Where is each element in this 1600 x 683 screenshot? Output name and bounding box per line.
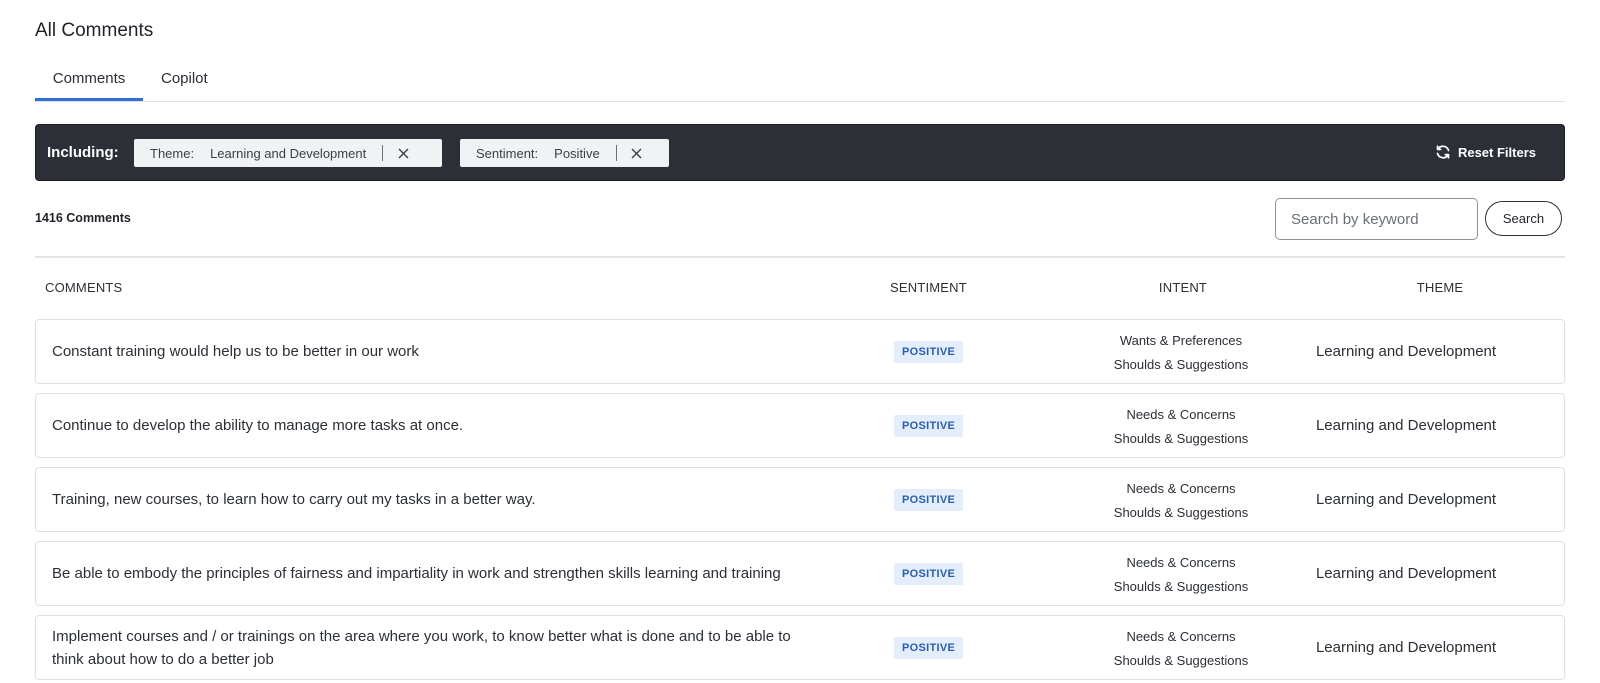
intent-cell: Needs & Concerns Shoulds & Suggestions bbox=[1071, 551, 1291, 599]
theme-cell: Learning and Development bbox=[1315, 639, 1497, 656]
search-button[interactable]: Search bbox=[1485, 201, 1562, 236]
intent-label: Wants & Preferences bbox=[1119, 333, 1243, 348]
table-row[interactable]: Constant training would help us to be be… bbox=[35, 319, 1565, 384]
sentiment-badge: POSITIVE bbox=[894, 341, 964, 363]
intent-cell: Needs & Concerns Shoulds & Suggestions bbox=[1071, 477, 1291, 525]
intent-label: Needs & Concerns bbox=[1126, 481, 1236, 496]
filter-bar: Including: Theme: Learning and Developme… bbox=[35, 124, 1565, 181]
intent-cell: Wants & Preferences Shoulds & Suggestion… bbox=[1071, 329, 1291, 377]
tab-bar: Comments Copilot bbox=[35, 66, 1565, 102]
intent-label: Shoulds & Suggestions bbox=[1113, 357, 1249, 372]
column-header-theme: THEME bbox=[1416, 280, 1464, 295]
intent-label: Needs & Concerns bbox=[1126, 555, 1236, 570]
sentiment-badge: POSITIVE bbox=[894, 563, 964, 585]
refresh-icon bbox=[1435, 144, 1451, 160]
comment-text: Continue to develop the ability to manag… bbox=[52, 417, 464, 434]
chip-key: Theme: bbox=[150, 145, 195, 161]
sentiment-badge: POSITIVE bbox=[894, 489, 964, 511]
reset-filters-button[interactable]: Reset Filters bbox=[1435, 144, 1536, 160]
page-title: All Comments bbox=[35, 20, 154, 41]
intent-label: Needs & Concerns bbox=[1126, 407, 1236, 422]
column-header-sentiment: SENTIMENT bbox=[890, 280, 967, 295]
chip-value: Positive bbox=[554, 145, 600, 161]
chip-separator bbox=[615, 145, 617, 161]
intent-label: Shoulds & Suggestions bbox=[1113, 653, 1249, 668]
theme-cell: Learning and Development bbox=[1315, 417, 1497, 434]
column-header-comments: COMMENTS bbox=[45, 280, 123, 295]
comment-text: Be able to embody the principles of fair… bbox=[52, 565, 781, 582]
theme-cell: Learning and Development bbox=[1315, 565, 1497, 582]
comment-text: Implement courses and / or trainings on … bbox=[52, 627, 791, 668]
chip-value: Learning and Development bbox=[210, 145, 367, 161]
filter-label: Including: bbox=[47, 144, 119, 161]
chip-key: Sentiment: bbox=[476, 145, 539, 161]
theme-cell: Learning and Development bbox=[1315, 343, 1497, 360]
reset-filters-label: Reset Filters bbox=[1457, 144, 1536, 160]
intent-label: Shoulds & Suggestions bbox=[1113, 431, 1249, 446]
column-header-intent: INTENT bbox=[1158, 280, 1208, 295]
tab-copilot[interactable]: Copilot bbox=[161, 70, 221, 101]
divider bbox=[35, 256, 1565, 258]
intent-label: Shoulds & Suggestions bbox=[1113, 579, 1249, 594]
sentiment-badge: POSITIVE bbox=[894, 415, 964, 437]
table-row[interactable]: Continue to develop the ability to manag… bbox=[35, 393, 1565, 458]
tab-comments[interactable]: Comments bbox=[35, 70, 143, 101]
intent-cell: Needs & Concerns Shoulds & Suggestions bbox=[1071, 403, 1291, 451]
intent-cell: Needs & Concerns Shoulds & Suggestions bbox=[1071, 625, 1291, 673]
close-icon[interactable] bbox=[627, 143, 647, 163]
intent-label: Needs & Concerns bbox=[1126, 629, 1236, 644]
comment-text: Training, new courses, to learn how to c… bbox=[52, 491, 536, 508]
sentiment-badge: POSITIVE bbox=[894, 637, 964, 659]
table-row[interactable]: Be able to embody the principles of fair… bbox=[35, 541, 1565, 606]
comment-count: 1416 Comments bbox=[35, 211, 131, 225]
comment-text: Constant training would help us to be be… bbox=[52, 343, 419, 360]
filter-chip-theme: Theme: Learning and Development bbox=[134, 139, 442, 167]
theme-cell: Learning and Development bbox=[1315, 491, 1497, 508]
table-row[interactable]: Implement courses and / or trainings on … bbox=[35, 615, 1565, 680]
intent-label: Shoulds & Suggestions bbox=[1113, 505, 1249, 520]
search-input[interactable] bbox=[1275, 198, 1478, 240]
filter-chip-sentiment: Sentiment: Positive bbox=[460, 139, 669, 167]
chip-separator bbox=[382, 145, 384, 161]
table-row[interactable]: Training, new courses, to learn how to c… bbox=[35, 467, 1565, 532]
close-icon[interactable] bbox=[393, 143, 413, 163]
